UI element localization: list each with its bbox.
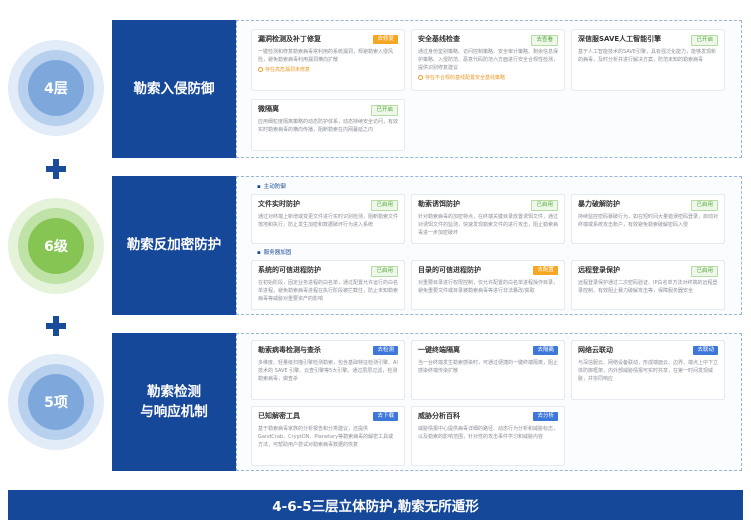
plus-icon [46,316,66,336]
card-decryption-tools: 已知解密工具 去下载 基于勒索病毒家族的分析报告和分类建议，还提供GandCra… [251,406,405,466]
layer-badge-6: 6级 [8,198,104,294]
card-ransomware-scan: 勒索病毒检测与查杀 去检测 多维度、轻量级扫描引擎检测勒索，包含基础特征检测引擎… [251,340,405,400]
layer-badge-label: 4层 [44,81,68,97]
layer-badge-label: 6级 [44,239,68,255]
layer-title-anti-encryption: 勒索反加密防护 [112,176,236,315]
configure-button[interactable]: 去配置 [533,266,558,275]
card-micro-isolation: 微隔离 已开启 应用细粒度隔离策略的动态防护体系，动态持续安全访问，有效实时勒索… [251,99,405,151]
enabled-status-button[interactable]: 已启用 [371,200,398,211]
link-button[interactable]: 去联动 [693,346,718,355]
card-directory-trusted-process: 目录的可信进程防护 去配置 对重要目录进行权限控制，仅允许配置的白名单进程操作目… [411,260,565,310]
panel-anti-encryption: 主动防御 文件实时防护 已启用 通过对终端上新增或变更文件进行实时识别检测，阻断… [236,176,742,315]
download-button[interactable]: 去下载 [373,412,398,421]
card-terminal-isolation: 一键终端隔离 去隔离 当一台终端发生勒索感染时，可通过便捷的一键终端隔离，阻止感… [411,340,565,400]
warning-circle-icon [258,67,263,72]
card-baseline-check: 安全基线检查 去查看 通过身份鉴别策略、访问控制策略、安全审计策略、剩余信息保护… [411,29,565,91]
card-file-realtime: 文件实时防护 已启用 通过对终端上新增或变更文件进行实时识别检测，阻断勒索文件落… [251,194,405,244]
warning-circle-icon [418,75,423,80]
fix-button[interactable]: 去修复 [373,35,398,44]
layer-badge-4: 4层 [8,40,104,136]
scan-button[interactable]: 去检测 [373,346,398,355]
plus-icon [46,159,66,179]
enabled-status-button[interactable]: 已启用 [531,200,558,211]
card-vuln-patch: 漏洞检测及补丁修复 去修复 一键检测和修复勒索病毒常利用的系统漏洞，规避勒索入侵… [251,29,405,91]
isolate-button[interactable]: 去隔离 [533,346,558,355]
group-label-active-defense: 主动防御 [257,183,286,191]
layer-badge-label: 5项 [44,395,68,411]
analyze-button[interactable]: 去分析 [533,412,558,421]
footer-banner: 4-6-5三层立体防护,勒索无所遁形 [8,490,743,520]
card-network-cloud-linkage: 网络云联动 去联动 与深信服云、网络设备联动，形成端面云、边界、端点上中下立体防… [571,340,725,400]
enabled-status-button[interactable]: 已开启 [691,35,718,46]
card-remote-login-protection: 远程登录保护 已启用 远程登录保护通过二次密码验证、IP白名单方法对终端的远程登… [571,260,725,310]
layer-title-detection-response: 勒索检测 与响应机制 [112,333,236,471]
enabled-status-button[interactable]: 已启用 [691,200,718,211]
layer-badge-5: 5项 [8,354,104,450]
panel-detection-response: 勒索病毒检测与查杀 去检测 多维度、轻量级扫描引擎检测勒索，包含基础特征检测引擎… [236,333,742,471]
card-system-trusted-process: 系统的可信进程防护 已启用 在初始阶段，固定业务进程的白名单，通过配置允许运行的… [251,260,405,310]
card-decoy-protection: 勒索诱饵防护 已启用 针对勒索病毒的加密特点，在终端关键目录放置诱饵文件，通过对… [411,194,565,244]
panel-intrusion-defense: 漏洞检测及补丁修复 去修复 一键检测和修复勒索病毒常利用的系统漏洞，规避勒索入侵… [236,20,742,158]
group-label-server-hardening: 服务器加固 [257,249,292,257]
enabled-status-button[interactable]: 已开启 [371,105,398,116]
card-save-engine: 深信服SAVE人工智能引擎 已开启 基于人工智能技术的SAVE引擎，具有强泛化能… [571,29,725,91]
layer-title-intrusion: 勒索入侵防御 [112,20,236,158]
enabled-status-button[interactable]: 已启用 [691,266,718,277]
card-bruteforce-protection: 暴力破解防护 已启用 持续监控密码暴破行为，如在短时间大量错误密码登录，启动对终… [571,194,725,244]
enabled-status-button[interactable]: 已启用 [371,266,398,277]
view-button[interactable]: 去查看 [531,35,558,46]
card-threat-encyclopedia: 威胁分析百科 去分析 威胁情报中心提供病毒详细的路径、动态行为分析和威胁标志，以… [411,406,565,466]
